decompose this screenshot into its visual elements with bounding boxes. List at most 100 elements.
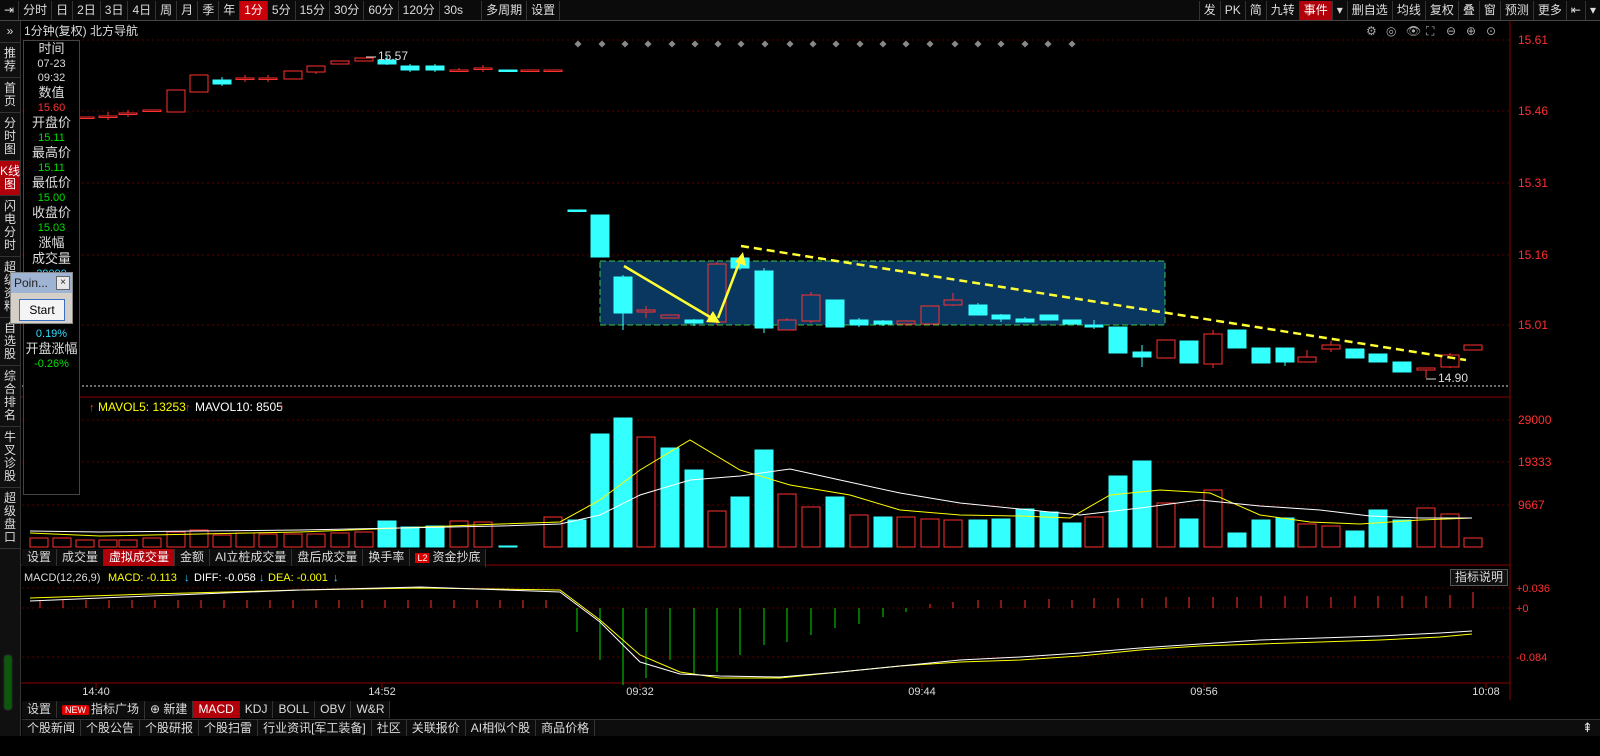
indicator-tab-7[interactable]: W&R bbox=[351, 701, 391, 718]
volume-bar bbox=[377, 520, 397, 548]
candle-body bbox=[1368, 353, 1388, 363]
chart-tool-icon[interactable]: 👁 bbox=[1406, 24, 1421, 38]
volume-bar bbox=[543, 516, 563, 548]
volume-bar bbox=[801, 506, 821, 548]
chart-tool-icon[interactable]: ⊖ bbox=[1446, 24, 1456, 38]
kline-chart[interactable]: 15.61 15.46 15.31 15.16 15.01 15.57 14.90 ⚙ ◎ 👁 ⛶ ⊖… bbox=[0, 0, 1600, 756]
candle-body bbox=[520, 69, 540, 72]
volume-bar bbox=[330, 532, 350, 548]
volume-tab-2[interactable]: 虚拟成交量 bbox=[104, 549, 176, 566]
news-tab-0[interactable]: 个股新闻 bbox=[22, 720, 82, 736]
candle-body bbox=[825, 299, 845, 328]
volume-tab-label: 设置 bbox=[27, 550, 52, 564]
event-marker bbox=[1021, 40, 1029, 48]
max-price-label: 15.57 bbox=[378, 49, 408, 63]
candle-body bbox=[991, 314, 1011, 320]
event-marker bbox=[809, 40, 817, 48]
volume-bar bbox=[590, 433, 610, 548]
volume-tab-6[interactable]: 换手率 bbox=[363, 549, 411, 566]
volume-tab-1[interactable]: 成交量 bbox=[57, 549, 105, 566]
volume-bar bbox=[707, 510, 727, 548]
candle-body bbox=[235, 77, 255, 80]
candle-body bbox=[590, 214, 610, 258]
candle-body bbox=[1039, 314, 1059, 321]
chart-tool-icon[interactable]: ⛶ bbox=[1425, 24, 1435, 38]
indicator-tab-2[interactable]: ⊕ 新建 bbox=[145, 701, 194, 718]
l2-badge: L2 bbox=[415, 552, 430, 563]
candle-body bbox=[968, 304, 988, 316]
news-tab-1[interactable]: 个股公告 bbox=[81, 720, 141, 736]
volume-bar bbox=[1345, 530, 1365, 548]
candle-body bbox=[1179, 340, 1199, 364]
candle-body bbox=[425, 65, 445, 71]
candle-body bbox=[613, 276, 633, 314]
candle-body bbox=[98, 115, 118, 118]
info-label: 收盘价 bbox=[31, 205, 71, 220]
up-arrow-icon: ↑ bbox=[89, 402, 95, 414]
volume-bar bbox=[1251, 519, 1271, 548]
chart-tool-icon[interactable]: ⚙ bbox=[1366, 24, 1377, 38]
news-tab-2[interactable]: 个股研报 bbox=[140, 720, 200, 736]
candle-body bbox=[777, 319, 797, 331]
indicator-tab-label: MACD bbox=[198, 702, 234, 716]
volume-bar bbox=[825, 496, 845, 548]
volume-bar bbox=[235, 532, 255, 548]
candle-body bbox=[943, 299, 963, 306]
volume-tabs: 设置 成交量 虚拟成交量 金额 AI立桩成交量 盘后成交量 换手率 L2 资金抄底 bbox=[22, 548, 487, 567]
info-value: 15.03 bbox=[37, 222, 66, 234]
candle-body bbox=[684, 319, 704, 324]
indicator-tab-1[interactable]: NEW 指标广场 bbox=[57, 700, 146, 719]
news-tab-8[interactable]: 商品价格 bbox=[536, 720, 596, 736]
indicator-help-button[interactable]: 指标说明 bbox=[1450, 569, 1508, 586]
chart-tool-icon[interactable]: ◎ bbox=[1386, 24, 1396, 38]
indicator-tab-4[interactable]: KDJ bbox=[240, 701, 274, 718]
candle-body bbox=[660, 314, 680, 319]
candle-body bbox=[1275, 347, 1295, 363]
info-value: 0.19% bbox=[35, 328, 68, 340]
indicator-tab-label: 设置 bbox=[27, 702, 52, 716]
indicator-tab-6[interactable]: OBV bbox=[315, 701, 352, 718]
news-tab-7[interactable]: AI相似个股 bbox=[466, 720, 537, 736]
scroll-top-icon[interactable]: ⇞ bbox=[1582, 720, 1593, 736]
event-marker bbox=[902, 40, 910, 48]
volume-bar bbox=[212, 534, 232, 548]
crosshair-info-panel: 时间 07-23 09:32 数值 15.60 开盘价 15.11 最高价 15.11 最低价 15… bbox=[23, 40, 80, 495]
volume-bar bbox=[684, 469, 704, 548]
candle-body bbox=[543, 69, 563, 72]
chart-tool-icon[interactable]: ⊙ bbox=[1486, 24, 1496, 38]
info-label: 最高价 bbox=[31, 145, 71, 160]
news-tab-6[interactable]: 关联报价 bbox=[407, 720, 466, 736]
volume-tab-5[interactable]: 盘后成交量 bbox=[292, 549, 364, 566]
candle-body bbox=[1015, 318, 1035, 323]
candle-body bbox=[283, 70, 303, 80]
candle-body bbox=[1132, 351, 1152, 358]
event-marker bbox=[951, 40, 959, 48]
volume-bar bbox=[943, 519, 963, 548]
indicator-tab-0[interactable]: 设置 bbox=[22, 701, 58, 718]
news-tab-3[interactable]: 个股扫雷 bbox=[199, 720, 259, 736]
chart-tool-icon[interactable]: ⊕ bbox=[1466, 24, 1476, 38]
mavol10-label: MAVOL10: 8505 bbox=[195, 400, 283, 414]
volume-tab-0[interactable]: 设置 bbox=[22, 549, 58, 566]
candle-body bbox=[1321, 344, 1341, 350]
macd-tick-label: +0.036 bbox=[1516, 583, 1550, 595]
candle-body bbox=[896, 320, 916, 325]
volume-bar bbox=[636, 436, 656, 548]
candle-body bbox=[801, 294, 821, 322]
volume-tab-4[interactable]: AI立桩成交量 bbox=[210, 549, 293, 566]
close-icon[interactable]: × bbox=[56, 276, 70, 290]
start-button[interactable]: Start bbox=[19, 299, 65, 321]
candle-body bbox=[306, 65, 326, 73]
info-value: 15.11 bbox=[38, 132, 65, 144]
volume-tab-3[interactable]: 金额 bbox=[175, 549, 211, 566]
candle-body bbox=[330, 60, 350, 65]
volume-tab-7[interactable]: L2 资金抄底 bbox=[410, 548, 487, 567]
indicator-tab-5[interactable]: BOLL bbox=[273, 701, 316, 718]
news-tab-5[interactable]: 社区 bbox=[372, 720, 407, 736]
volume-bar bbox=[98, 539, 118, 548]
volume-tab-label: 虚拟成交量 bbox=[109, 550, 170, 564]
candle-body bbox=[1084, 324, 1104, 328]
indicator-tab-3[interactable]: MACD bbox=[193, 701, 240, 718]
candle-body bbox=[258, 77, 278, 80]
news-tab-4[interactable]: 行业资讯[军工装备] bbox=[258, 720, 372, 736]
